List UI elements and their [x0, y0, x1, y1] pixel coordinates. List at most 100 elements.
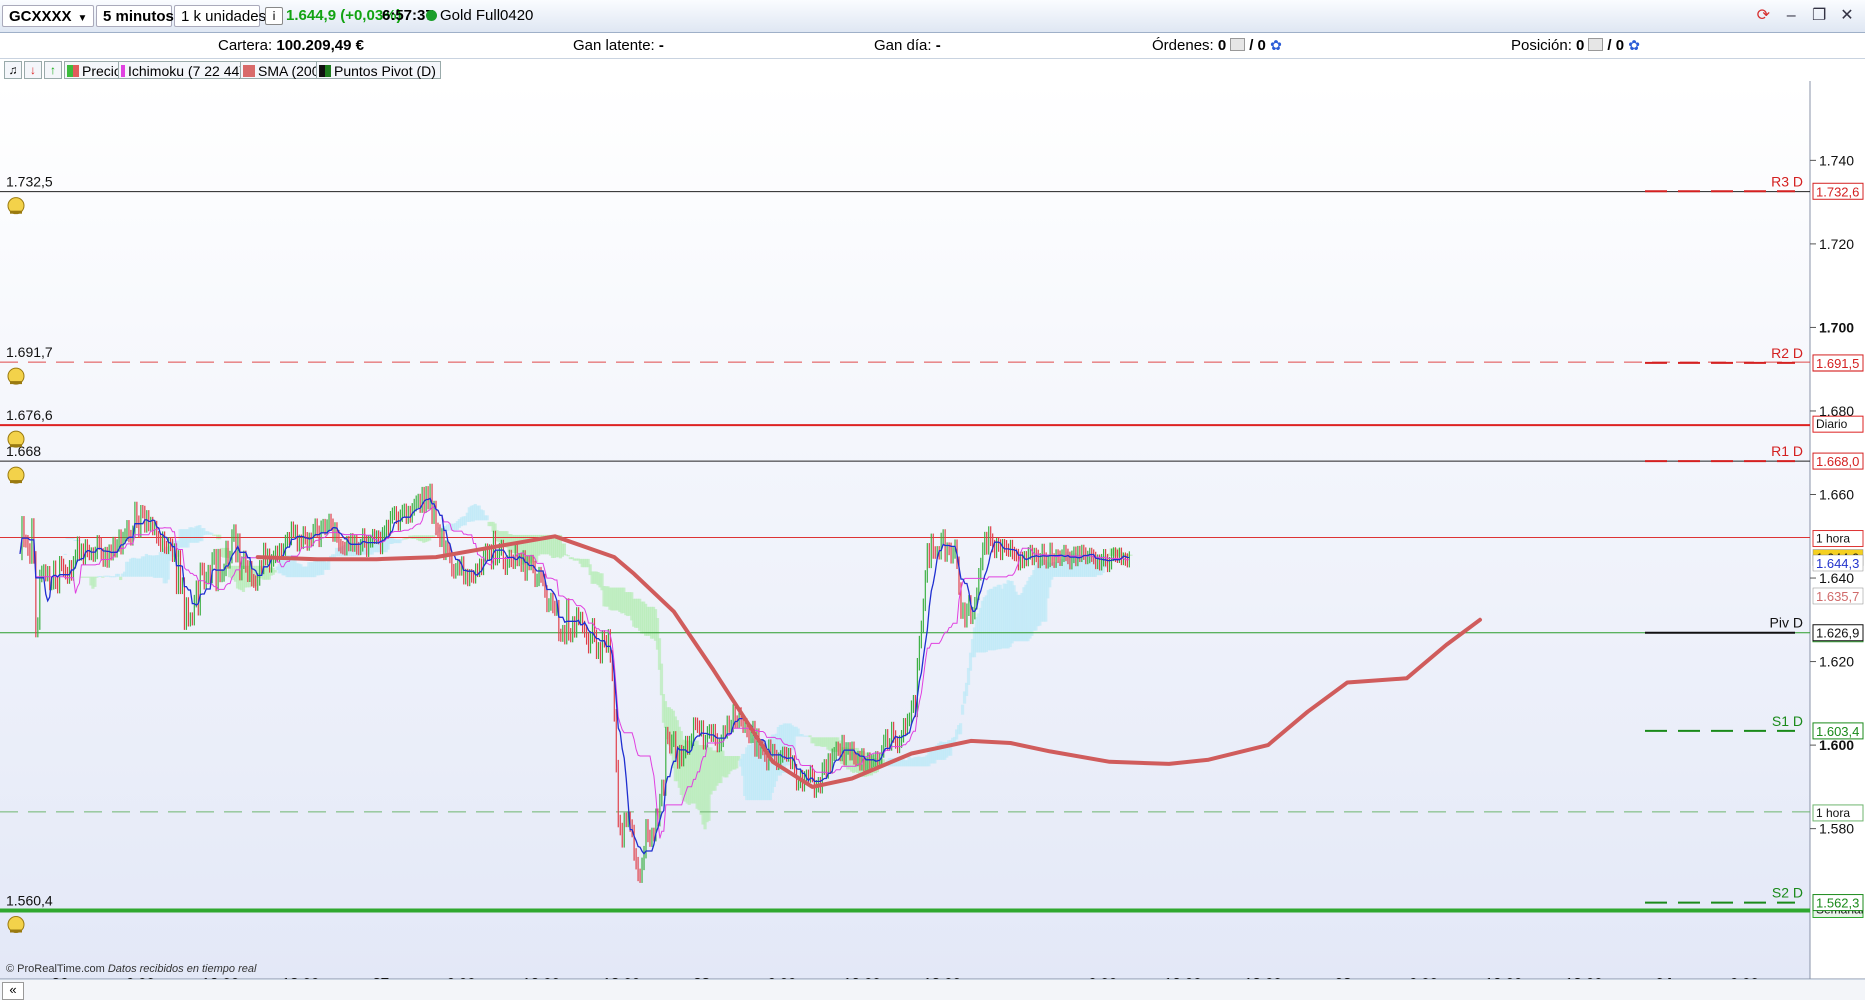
restore-icon[interactable]: ❐: [1809, 6, 1829, 26]
gear-icon[interactable]: ✿: [1270, 37, 1282, 53]
scroll-left-icon[interactable]: «: [2, 982, 24, 1000]
ordenes-total: / 0: [1249, 37, 1266, 54]
legend-item-ichimoku[interactable]: Ichimoku (7 22 44): [118, 61, 249, 79]
credit-label: © ProRealTime.com: [6, 963, 105, 975]
gan-dia-value: -: [935, 37, 941, 54]
chevron-down-icon: ▼: [77, 13, 88, 24]
cloud-segment: [71, 538, 75, 540]
cloud-segment: [101, 576, 105, 578]
refresh-icon[interactable]: ⟳: [1753, 6, 1773, 26]
sell-arrow-icon[interactable]: ↓: [24, 61, 42, 79]
price-chart[interactable]: 1.732,51.691,71 hora1.676,6Diario1.6681 …: [0, 81, 1865, 1000]
info-icon: i: [272, 9, 276, 23]
cloud-segment: [659, 663, 664, 696]
close-icon[interactable]: ✕: [1837, 6, 1857, 26]
cloud-segment: [485, 515, 489, 521]
close-positions-icon[interactable]: [1588, 38, 1604, 51]
legend-label: Puntos Pivot (D): [334, 63, 436, 79]
cartera-info: Cartera: 100.209,49 €: [218, 37, 364, 54]
bottom-scrollbar[interactable]: «: [0, 979, 1865, 1000]
cloud-segment: [566, 555, 570, 557]
cloud-segment: [117, 573, 121, 577]
pivot-swatch-icon: [319, 65, 331, 77]
posicion-label: Posición:: [1511, 37, 1572, 54]
y-tick-label: 1.580: [1819, 821, 1854, 837]
y-tick-label: 1.640: [1819, 570, 1854, 586]
cloud-segment: [562, 543, 567, 556]
plot-background: [0, 81, 1810, 979]
pivot-name-label: S1 D: [1772, 713, 1803, 729]
posicion-info: Posición: 0 / 0 ✿: [1511, 37, 1640, 54]
cloud-segment: [960, 704, 965, 715]
price-tag-label: 1.644,3: [1816, 556, 1859, 571]
pivot-name-label: Piv D: [1770, 615, 1803, 631]
status-dot-icon: [426, 10, 437, 21]
y-tick-label: 1.700: [1819, 319, 1854, 335]
level-tag-label: 1 hora: [1816, 806, 1850, 820]
posicion-total: / 0: [1607, 37, 1625, 54]
credit-note: Datos recibidos en tiempo real: [108, 963, 257, 975]
bell-icon-base: [10, 444, 22, 448]
minimize-icon[interactable]: –: [1781, 6, 1801, 26]
window-controls: ⟳ – ❐ ✕: [1749, 6, 1857, 28]
cloud-segment: [119, 576, 123, 581]
cloud-segment: [400, 539, 404, 541]
units-select[interactable]: 1 k unidades▼: [174, 5, 282, 27]
bell-icon-base: [10, 929, 22, 933]
cloud-segment: [958, 723, 963, 735]
top-toolbar: GCXXXX▼ 5 minutos▼ 1 k unidades▼ i 1.644…: [0, 0, 1865, 33]
level-left-label: 1.732,5: [6, 174, 53, 190]
cloud-segment: [327, 560, 331, 570]
bell-icon-base: [10, 381, 22, 385]
bell-settings-icon[interactable]: ♫: [4, 61, 22, 79]
gear-icon[interactable]: ✿: [1628, 37, 1640, 53]
legend-label: Precio: [82, 63, 122, 79]
legend-item-pivots[interactable]: Puntos Pivot (D): [316, 61, 441, 79]
posicion-count: 0: [1576, 37, 1585, 54]
cloud-segment: [210, 532, 214, 535]
close-orders-icon[interactable]: [1230, 38, 1246, 51]
gan-dia-label: Gan día:: [874, 37, 932, 54]
cloud-segment: [808, 735, 812, 738]
credit-text: © ProRealTime.com Datos recibidos en tie…: [6, 963, 257, 975]
cartera-value: 100.209,49 €: [276, 37, 364, 54]
cloud-segment: [218, 534, 222, 540]
pivot-tag-label: 1.732,6: [1816, 184, 1859, 199]
symbol-select[interactable]: GCXXXX ▼: [2, 5, 94, 27]
cloud-segment: [273, 570, 277, 573]
legend-label: SMA (200): [258, 63, 325, 79]
ordenes-label: Órdenes:: [1152, 37, 1214, 54]
pivot-name-label: S2 D: [1772, 885, 1803, 901]
level-left-label: 1.691,7: [6, 344, 53, 360]
buy-arrow-icon[interactable]: ↑: [44, 61, 62, 79]
cartera-label: Cartera:: [218, 37, 273, 54]
y-tick-label: 1.720: [1819, 236, 1854, 252]
pivot-tag-label: 1.668,0: [1816, 454, 1859, 469]
gan-latente-label: Gan latente:: [573, 37, 655, 54]
ordenes-count: 0: [1217, 37, 1227, 54]
timeframe-select[interactable]: 5 minutos▼: [96, 5, 190, 27]
level-left-label: 1.676,6: [6, 407, 53, 423]
pivot-tag-label: 1.691,5: [1816, 356, 1859, 371]
ichimoku-swatch-icon: [121, 65, 125, 77]
level-tag-label: 1 hora: [1816, 532, 1850, 546]
instrument-label: Gold Full0420: [440, 7, 534, 24]
price-tag-label: 1.635,7: [1816, 589, 1859, 604]
legend-label: Ichimoku (7 22 44): [128, 63, 244, 79]
timeframe-label: 5 minutos: [103, 8, 174, 25]
pivot-name-label: R3 D: [1771, 173, 1803, 189]
pivot-name-label: R2 D: [1771, 345, 1803, 361]
y-tick-label: 1.600: [1819, 737, 1854, 753]
y-tick-label: 1.740: [1819, 152, 1854, 168]
sma-swatch-icon: [243, 65, 255, 77]
level-tag-label: Diario: [1816, 417, 1848, 431]
y-tick-label: 1.660: [1819, 486, 1854, 502]
ordenes-info: Órdenes: 0 / 0 ✿: [1152, 37, 1282, 54]
gan-dia-info: Gan día: -: [874, 37, 941, 54]
bell-icon-base: [10, 210, 22, 214]
pivot-name-label: R1 D: [1771, 443, 1803, 459]
pivot-tag-label: 1.562,3: [1816, 896, 1859, 911]
precio-swatch-icon: [67, 65, 79, 77]
cloud-segment: [63, 553, 67, 555]
price-axis-background: [1810, 81, 1865, 979]
